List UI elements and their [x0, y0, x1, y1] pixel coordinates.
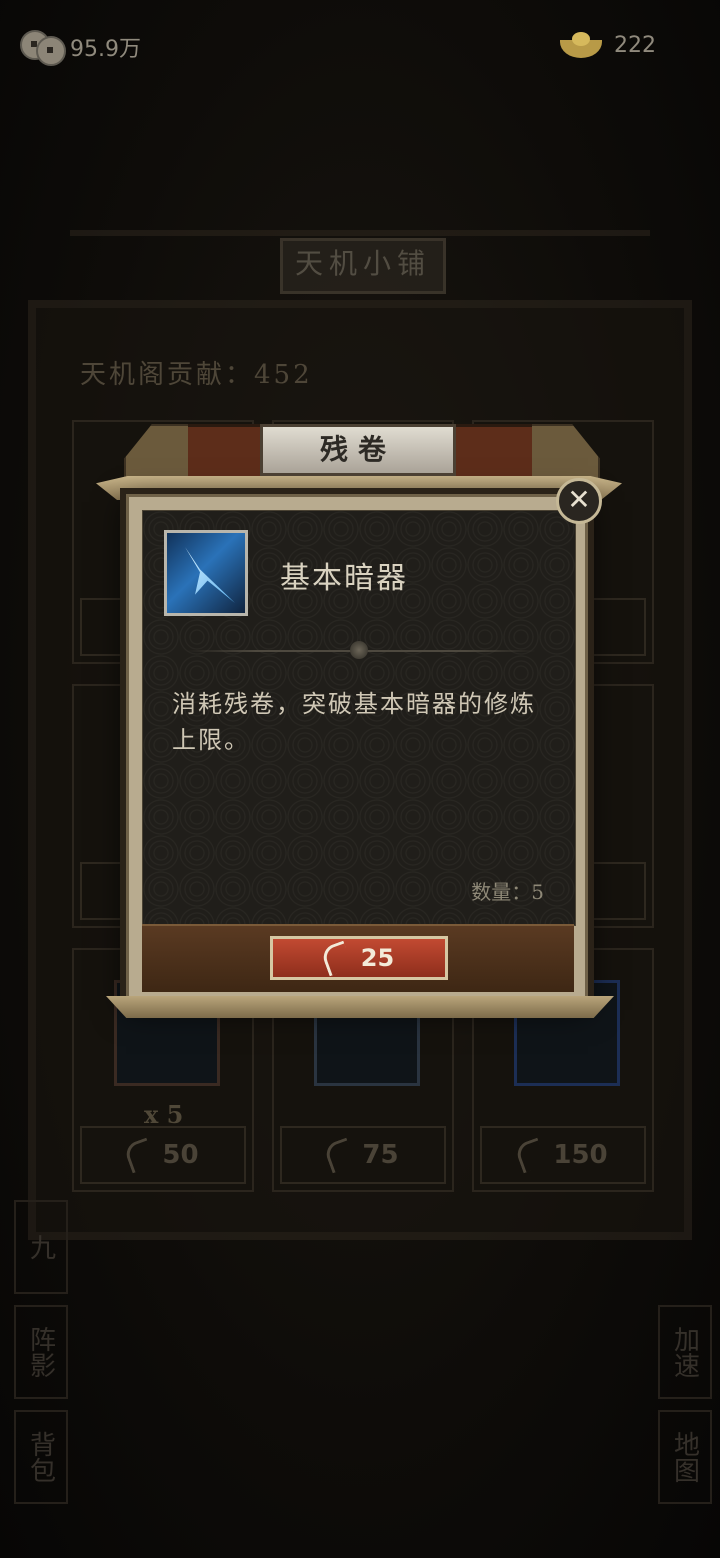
- coin-amount: 95.9万: [70, 37, 141, 62]
- price-tag: 50: [80, 1126, 246, 1184]
- side-button-left-1[interactable]: 九: [14, 1200, 68, 1294]
- hook-icon: [319, 940, 354, 976]
- hook-icon: [514, 1137, 548, 1173]
- item-quantity: x 5: [144, 1100, 184, 1129]
- close-button[interactable]: ✕: [556, 478, 602, 524]
- price-tag: 75: [280, 1126, 446, 1184]
- price-tag: 150: [480, 1126, 646, 1184]
- ingot-counter: 222: [560, 30, 656, 60]
- coin-counter: 95.9万: [20, 30, 141, 66]
- shop-contribution: 天机阁贡献：452: [80, 360, 313, 390]
- shop-title: 天机小铺: [280, 238, 446, 294]
- side-button-right-1[interactable]: 加速: [658, 1305, 712, 1399]
- ingot-amount: 222: [614, 32, 656, 58]
- dialog-bottom-rail: [106, 996, 614, 1018]
- hook-icon: [123, 1137, 157, 1173]
- item-count: 数量：5: [471, 880, 544, 904]
- top-bar: 95.9万 222: [0, 0, 720, 95]
- divider-ornament-icon: [350, 641, 368, 659]
- item-description: 消耗残卷，突破基本暗器的修炼上限。: [172, 690, 536, 754]
- price-value: 75: [362, 1140, 399, 1170]
- hook-icon: [323, 1137, 357, 1173]
- price-value: 50: [162, 1140, 199, 1170]
- side-button-right-2[interactable]: 地图: [658, 1410, 712, 1504]
- buy-button[interactable]: 25: [270, 936, 448, 980]
- gold-ingot-icon: [560, 30, 602, 60]
- price-value: 150: [553, 1140, 608, 1170]
- side-button-left-2[interactable]: 阵影: [14, 1305, 68, 1399]
- copper-coins-icon: [20, 30, 66, 66]
- item-name: 基本暗器: [280, 561, 408, 596]
- side-button-left-3[interactable]: 背包: [14, 1410, 68, 1504]
- buy-price: 25: [360, 944, 395, 972]
- dialog-title: 残卷: [260, 424, 456, 476]
- hidden-weapon-icon: [164, 530, 248, 616]
